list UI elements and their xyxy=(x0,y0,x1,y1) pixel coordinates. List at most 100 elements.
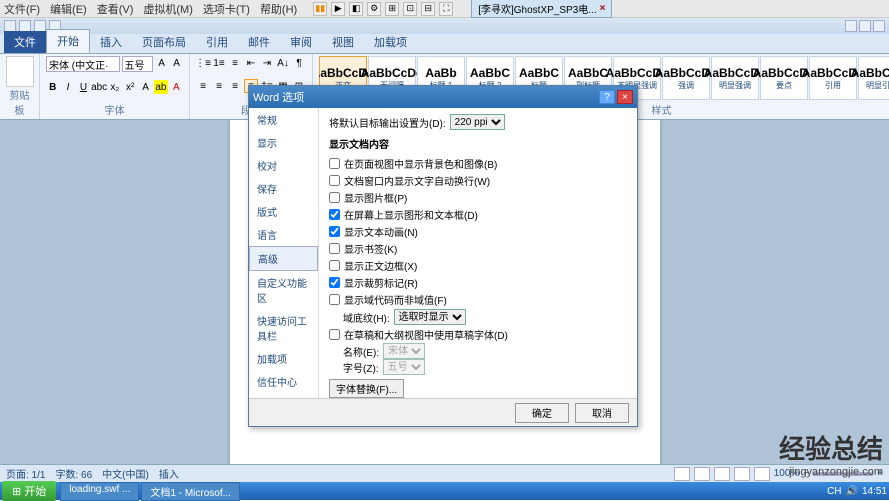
vm-pause-icon[interactable]: ▮▮ xyxy=(313,2,327,16)
close-window-icon[interactable] xyxy=(873,20,885,32)
opt1-8-checkbox[interactable] xyxy=(329,294,340,305)
status-insert[interactable]: 插入 xyxy=(159,466,179,481)
dialog-side-3[interactable]: 保存 xyxy=(249,177,318,200)
text-effect-icon[interactable]: A xyxy=(139,80,152,94)
subscript-icon[interactable]: x₂ xyxy=(108,80,121,94)
taskbar-item-2[interactable]: 文档1 - Microsof... xyxy=(141,482,240,501)
close-icon[interactable]: × xyxy=(600,3,606,14)
dialog-side-10[interactable]: 信任中心 xyxy=(249,370,318,393)
tab-mailings[interactable]: 邮件 xyxy=(238,31,280,53)
dialog-side-5[interactable]: 语言 xyxy=(249,223,318,246)
tab-references[interactable]: 引用 xyxy=(196,31,238,53)
font-color-icon[interactable]: A xyxy=(170,80,183,94)
sort-icon[interactable]: A↓ xyxy=(276,56,290,70)
vm-snapshot-icon[interactable]: ◧ xyxy=(349,2,363,16)
ok-button[interactable]: 确定 xyxy=(515,403,569,423)
superscript-icon[interactable]: x² xyxy=(124,80,137,94)
view-print-icon[interactable] xyxy=(674,467,690,481)
numbering-icon[interactable]: 1≡ xyxy=(212,56,226,70)
opt1-5-checkbox[interactable] xyxy=(329,243,340,254)
view-draft-icon[interactable] xyxy=(754,467,770,481)
indent-dec-icon[interactable]: ⇤ xyxy=(244,56,258,70)
taskbar: ⊞ 开始 loading.swf ... 文档1 - Microsof... C… xyxy=(0,482,889,500)
vm-tool3-icon[interactable]: ⊡ xyxy=(403,2,417,16)
opt1-6-checkbox[interactable] xyxy=(329,260,340,271)
vm-menu-edit[interactable]: 编辑(E) xyxy=(50,1,87,17)
tab-home[interactable]: 开始 xyxy=(46,29,90,53)
dialog-side-9[interactable]: 加载项 xyxy=(249,347,318,370)
vm-tool2-icon[interactable]: ⊞ xyxy=(385,2,399,16)
status-page[interactable]: 页面: 1/1 xyxy=(6,466,45,481)
opt1-2-checkbox[interactable] xyxy=(329,192,340,203)
tab-review[interactable]: 审阅 xyxy=(280,31,322,53)
vm-menu-view[interactable]: 查看(V) xyxy=(97,1,134,17)
vm-tool4-icon[interactable]: ⊟ xyxy=(421,2,435,16)
grow-font-icon[interactable]: A xyxy=(155,56,168,70)
align-right-icon[interactable]: ≡ xyxy=(228,79,242,93)
start-button[interactable]: ⊞ 开始 xyxy=(2,481,56,501)
system-tray[interactable]: CH 🔊 14:51 xyxy=(827,486,887,497)
view-outline-icon[interactable] xyxy=(734,467,750,481)
vm-play-icon[interactable]: ▶ xyxy=(331,2,345,16)
dialog-close-icon[interactable]: × xyxy=(617,90,633,104)
align-center-icon[interactable]: ≡ xyxy=(212,79,226,93)
tray-ime-icon[interactable]: CH xyxy=(827,486,841,497)
tray-volume-icon[interactable]: 🔊 xyxy=(846,486,858,497)
font-size-select[interactable]: 五号 xyxy=(122,56,154,72)
maximize-icon[interactable] xyxy=(859,20,871,32)
shrink-font-icon[interactable]: A xyxy=(170,56,183,70)
dialog-help-icon[interactable]: ? xyxy=(599,90,615,104)
tab-layout[interactable]: 页面布局 xyxy=(132,31,196,53)
tab-addins[interactable]: 加载项 xyxy=(364,31,417,53)
vm-menu-vm[interactable]: 虚拟机(M) xyxy=(143,1,193,17)
bold-icon[interactable]: B xyxy=(46,80,59,94)
cancel-button[interactable]: 取消 xyxy=(575,403,629,423)
status-lang[interactable]: 中文(中国) xyxy=(102,466,149,481)
vm-fullscreen-icon[interactable]: ⛶ xyxy=(439,2,453,16)
vm-menu-help[interactable]: 帮助(H) xyxy=(260,1,297,17)
dialog-side-0[interactable]: 常规 xyxy=(249,108,318,131)
dialog-side-2[interactable]: 校对 xyxy=(249,154,318,177)
font-name-select[interactable]: 宋体 (中文正· xyxy=(46,56,120,72)
default-target-select[interactable]: 220 ppi xyxy=(450,114,505,130)
tab-insert[interactable]: 插入 xyxy=(90,31,132,53)
font-substitution-button[interactable]: 字体替换(F)... xyxy=(329,379,404,398)
minimize-icon[interactable] xyxy=(845,20,857,32)
view-read-icon[interactable] xyxy=(694,467,710,481)
align-left-icon[interactable]: ≡ xyxy=(196,79,210,93)
dialog-side-8[interactable]: 快速访问工具栏 xyxy=(249,309,318,347)
bullets-icon[interactable]: ⋮≡ xyxy=(196,56,210,70)
opt1-7-checkbox[interactable] xyxy=(329,277,340,288)
options-dialog: Word 选项 ? × 常规显示校对保存版式语言高级自定义功能区快速访问工具栏加… xyxy=(248,85,638,427)
dialog-side-4[interactable]: 版式 xyxy=(249,200,318,223)
vm-guest-tab[interactable]: [李寻欢]GhostXP_SP3电... × xyxy=(471,0,612,18)
tray-clock[interactable]: 14:51 xyxy=(862,486,887,497)
strike-icon[interactable]: abc xyxy=(92,80,106,94)
underline-icon[interactable]: U xyxy=(77,80,90,94)
vm-menu-tabs[interactable]: 选项卡(T) xyxy=(203,1,250,17)
italic-icon[interactable]: I xyxy=(61,80,74,94)
view-web-icon[interactable] xyxy=(714,467,730,481)
paste-button[interactable] xyxy=(6,56,34,87)
vm-tool-icon[interactable]: ⚙ xyxy=(367,2,381,16)
taskbar-item-1[interactable]: loading.swf ... xyxy=(60,482,139,501)
start-label: 开始 xyxy=(24,483,46,499)
opt1-0-checkbox[interactable] xyxy=(329,158,340,169)
opt1-4-checkbox[interactable] xyxy=(329,226,340,237)
status-words[interactable]: 字数: 66 xyxy=(55,466,92,481)
field-shading-select[interactable]: 选取时显示 xyxy=(394,309,466,325)
tab-view[interactable]: 视图 xyxy=(322,31,364,53)
dialog-side-7[interactable]: 自定义功能区 xyxy=(249,271,318,309)
highlight-icon[interactable]: ab xyxy=(154,80,167,94)
tab-file[interactable]: 文件 xyxy=(4,31,46,53)
multilevel-icon[interactable]: ≡ xyxy=(228,56,242,70)
style-明显引用[interactable]: AaBbCcDd明显引用 xyxy=(858,56,889,100)
dialog-side-6[interactable]: 高级 xyxy=(249,246,318,271)
dialog-side-1[interactable]: 显示 xyxy=(249,131,318,154)
show-marks-icon[interactable]: ¶ xyxy=(292,56,306,70)
vm-menu-file[interactable]: 文件(F) xyxy=(4,1,40,17)
indent-inc-icon[interactable]: ⇥ xyxy=(260,56,274,70)
draft-font-checkbox[interactable] xyxy=(329,329,340,340)
opt1-3-checkbox[interactable] xyxy=(329,209,340,220)
opt1-1-checkbox[interactable] xyxy=(329,175,340,186)
